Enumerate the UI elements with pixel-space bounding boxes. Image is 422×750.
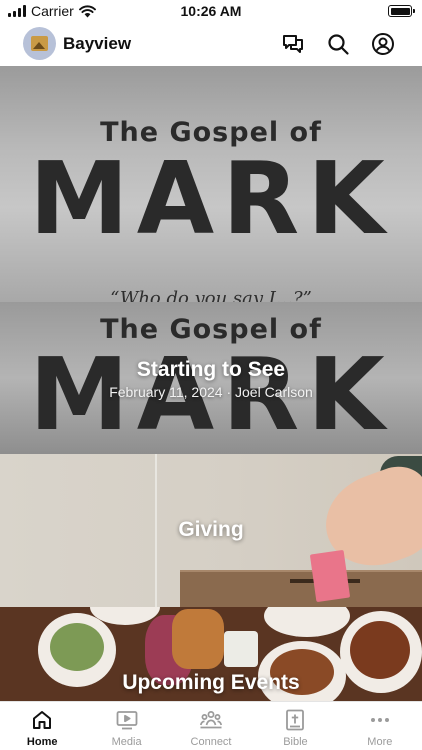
hero-script-text: “Who do you say I...?” xyxy=(110,288,312,302)
hero-series-line2: MARK xyxy=(29,140,393,257)
hero-carousel[interactable]: The Gospel of MARK “Who do you say I...?… xyxy=(0,66,422,302)
tab-connect-label: Connect xyxy=(190,736,232,748)
tab-bible-label: Bible xyxy=(283,736,308,748)
tab-connect[interactable]: Connect xyxy=(169,702,253,750)
tab-more[interactable]: More xyxy=(338,702,422,750)
tab-media[interactable]: Media xyxy=(84,702,168,750)
events-title: Upcoming Events xyxy=(122,671,300,694)
tab-home-label: Home xyxy=(26,736,58,748)
tab-bible[interactable]: Bible xyxy=(253,702,337,750)
status-bar: Carrier 10:26 AM xyxy=(0,0,422,22)
mountain-logo-icon xyxy=(31,36,48,51)
more-icon xyxy=(370,718,389,722)
giving-title: Giving xyxy=(178,518,244,541)
sermon-card[interactable]: The Gospel of MARK Starting to See Febru… xyxy=(0,302,422,454)
events-card[interactable]: Upcoming Events xyxy=(0,607,422,701)
church-logo-avatar[interactable] xyxy=(23,27,56,60)
tab-media-label: Media xyxy=(111,736,142,748)
home-icon xyxy=(33,711,52,729)
tab-home[interactable]: Home xyxy=(0,702,84,750)
napkin-art xyxy=(224,631,258,667)
search-icon[interactable] xyxy=(326,32,350,56)
media-icon xyxy=(116,711,138,730)
status-time: 10:26 AM xyxy=(180,3,242,19)
sermon-meta: February 11, 2024 · Joel Carlson xyxy=(109,384,313,400)
giving-envelope-art xyxy=(309,549,351,603)
app-title: Bayview xyxy=(63,34,132,53)
sermon-title: Starting to See xyxy=(136,358,286,381)
profile-icon[interactable] xyxy=(371,32,395,56)
battery-icon xyxy=(388,5,415,17)
giving-box-art xyxy=(180,572,422,607)
salad-art xyxy=(50,623,104,671)
bread-basket-art xyxy=(172,609,224,669)
giving-card[interactable]: Giving xyxy=(0,454,422,607)
connect-icon xyxy=(199,711,223,729)
tab-more-label: More xyxy=(367,736,393,748)
app-header: Bayview xyxy=(0,22,422,66)
chat-icon[interactable] xyxy=(281,32,305,56)
plate-art xyxy=(264,607,350,637)
bible-icon xyxy=(286,709,305,731)
tab-bar: Home Media Connect Bible More xyxy=(0,701,422,750)
